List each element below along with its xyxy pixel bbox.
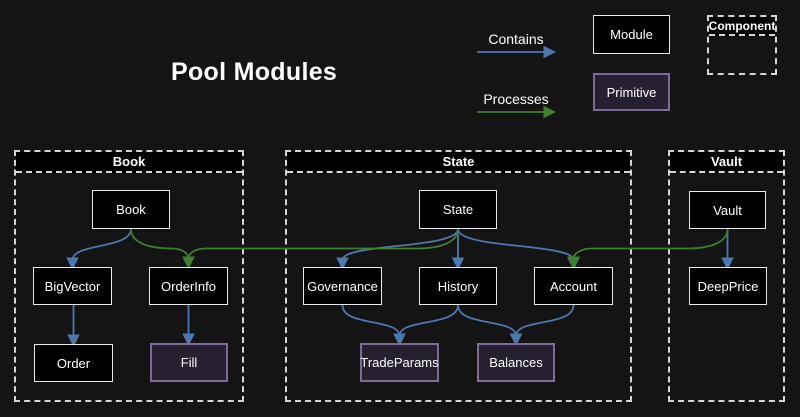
node-deepprice[interactable]: DeepPrice (689, 267, 767, 305)
node-fill[interactable]: Fill (150, 343, 228, 382)
node-bigvector[interactable]: BigVector (33, 267, 112, 305)
legend-component-label: Component (709, 17, 775, 36)
container-vault-title: Vault (670, 152, 783, 173)
legend-primitive-box: Primitive (593, 73, 670, 111)
node-orderinfo[interactable]: OrderInfo (149, 267, 228, 305)
legend-contains-label: Contains (460, 31, 572, 47)
container-state-title: State (287, 152, 630, 173)
node-account[interactable]: Account (534, 267, 613, 305)
node-tradeparams[interactable]: TradeParams (360, 343, 439, 382)
page-title: Pool Modules (171, 58, 337, 87)
legend-module-box: Module (593, 15, 670, 54)
container-book-title: Book (16, 152, 242, 173)
node-state[interactable]: State (419, 190, 497, 229)
legend-component-box: Component (707, 15, 777, 75)
legend-processes-label: Processes (460, 91, 572, 107)
node-governance[interactable]: Governance (303, 267, 382, 305)
node-order[interactable]: Order (34, 344, 113, 382)
node-balances[interactable]: Balances (477, 343, 555, 382)
node-history[interactable]: History (419, 267, 497, 305)
node-book[interactable]: Book (92, 190, 170, 229)
pool-modules-diagram: Pool Modules Contains Processes Module P… (0, 0, 800, 417)
node-vault[interactable]: Vault (689, 191, 766, 229)
